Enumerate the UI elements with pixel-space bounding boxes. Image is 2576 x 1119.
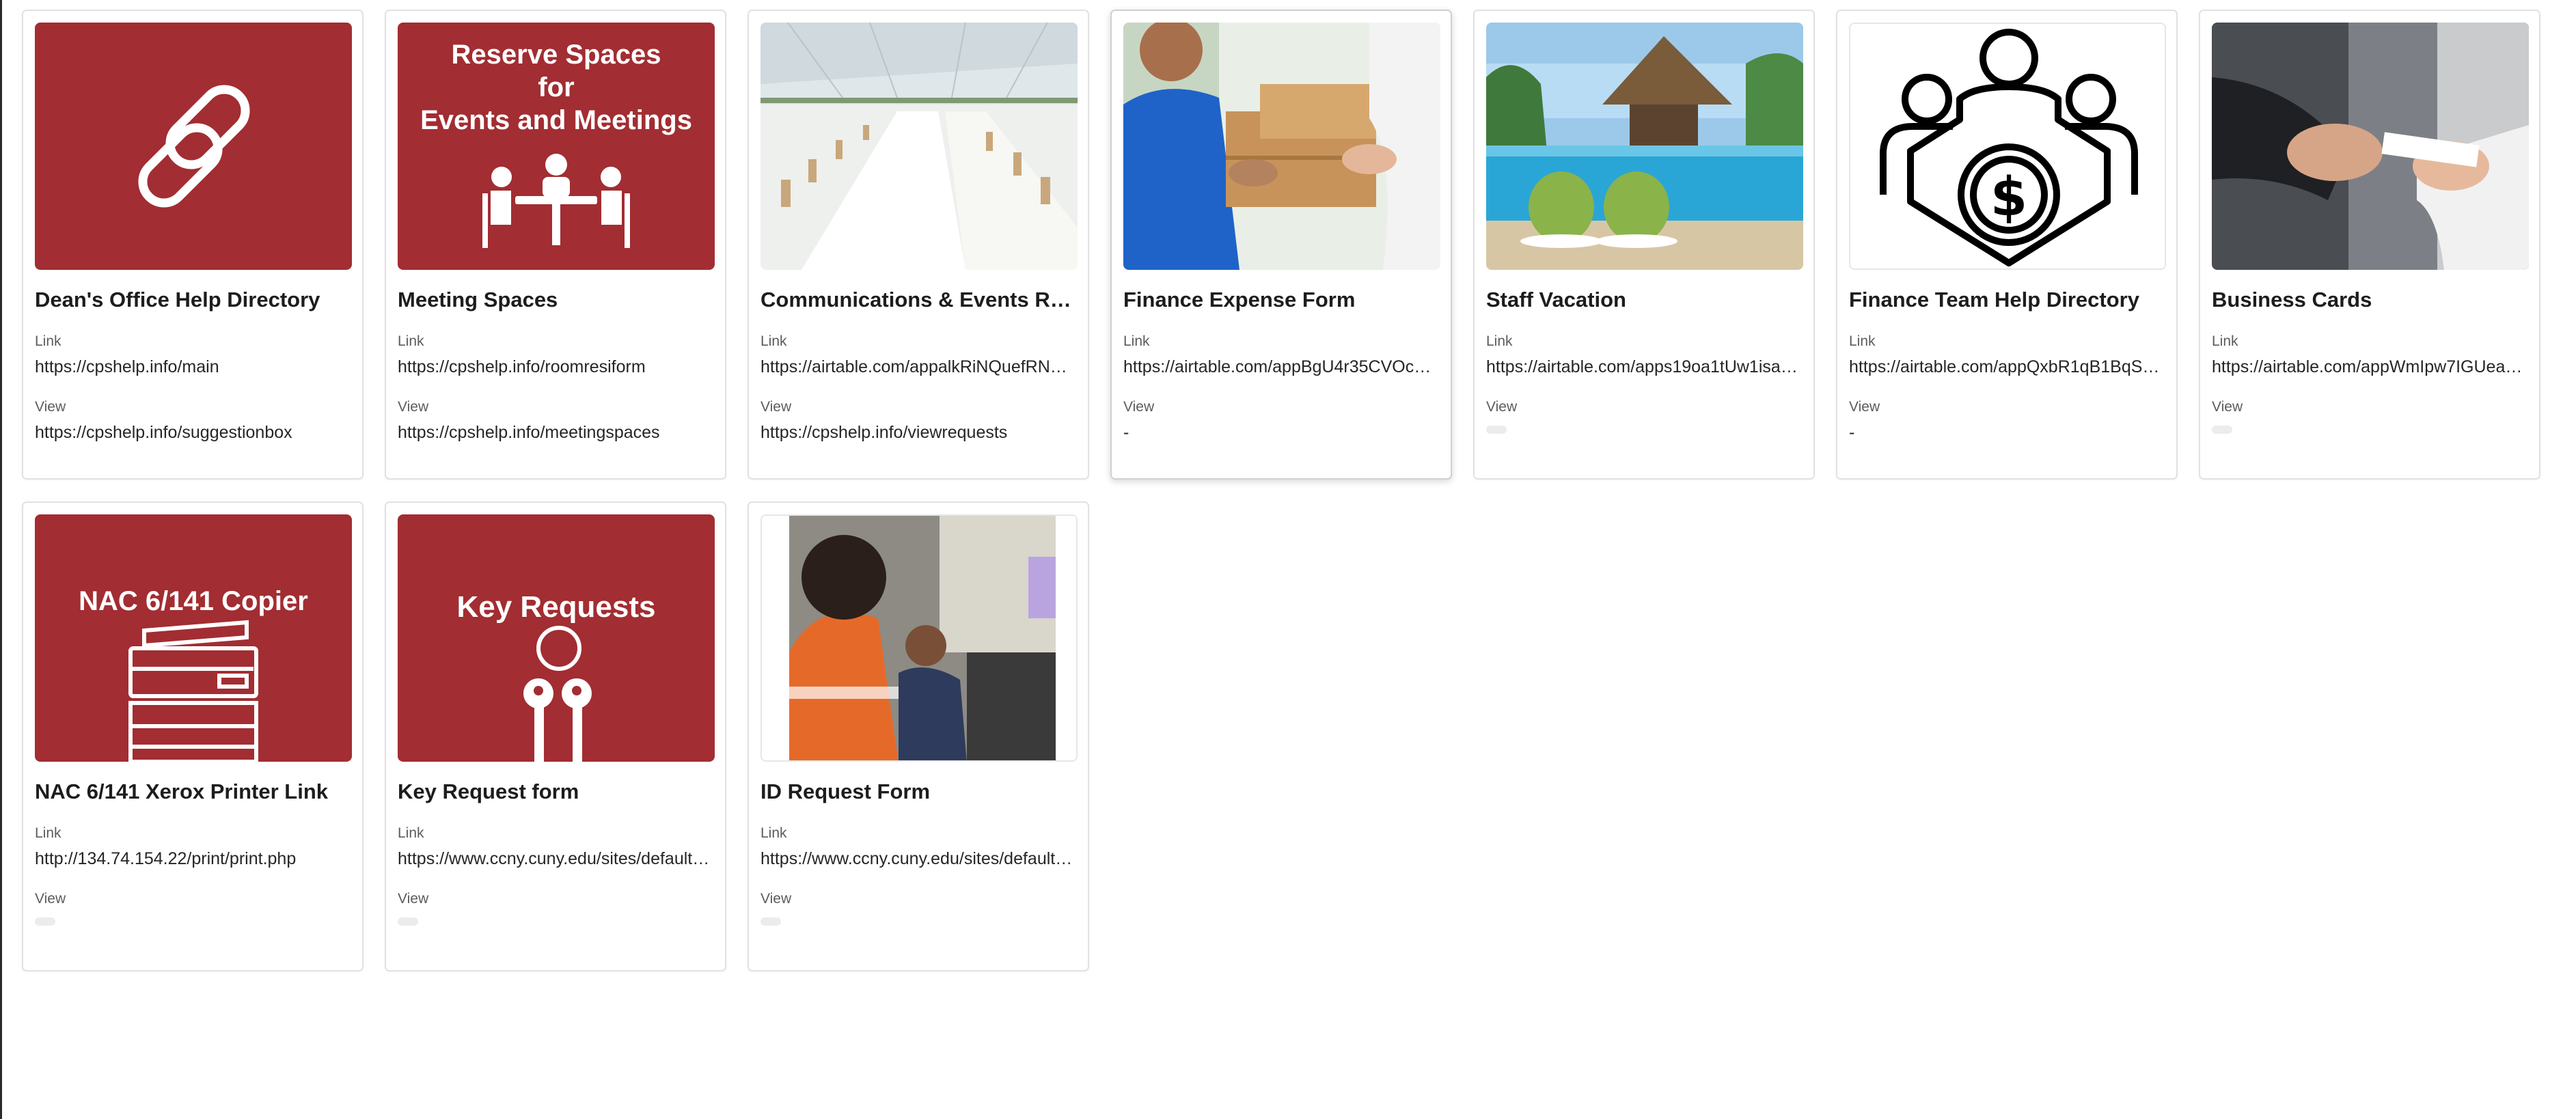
gallery-card[interactable]: Dean's Office Help Directory Link https:… — [22, 10, 364, 480]
view-empty-value — [2212, 426, 2232, 434]
pool-photo — [1486, 23, 1803, 270]
card-thumbnail — [1486, 23, 1803, 270]
people-at-table-icon — [482, 154, 630, 248]
card-title: Meeting Spaces — [398, 288, 558, 312]
card-title: NAC 6/141 Xerox Printer Link — [35, 779, 328, 803]
link-label: Link — [761, 825, 787, 841]
keys-graphic-text: Key Requests — [456, 590, 655, 624]
link-value[interactable]: https://airtable.com/apps19oa1tUw1isabcd… — [1486, 356, 1802, 378]
view-empty-value — [1486, 426, 1507, 434]
gallery-grid: Dean's Office Help Directory Link https:… — [22, 10, 2540, 971]
link-value[interactable]: https://airtable.com/appQxbR1qB1BqSabcde… — [1849, 356, 2165, 378]
link-label: Link — [35, 333, 61, 349]
card-thumbnail: $ — [1849, 23, 2166, 270]
business-card-photo — [2212, 23, 2529, 270]
view-label: View — [2212, 399, 2243, 415]
gallery-card[interactable]: Finance Expense Form Link https://airtab… — [1110, 10, 1452, 480]
gallery-card[interactable]: NAC 6/141 Copier NAC 6/141 Xerox Printer… — [22, 501, 364, 971]
gallery-card[interactable]: ID Request Form Link https://www.ccny.cu… — [748, 501, 1089, 971]
link-label: Link — [398, 333, 424, 349]
key-ring-icon — [536, 626, 581, 671]
card-title: Staff Vacation — [1486, 288, 1626, 312]
card-thumbnail: Key Requests — [398, 514, 715, 762]
link-value[interactable]: http://134.74.154.22/print/print.php — [35, 848, 351, 870]
delivery-photo — [1123, 23, 1440, 270]
gallery-card[interactable]: $ Finance Team Help Directory Link https… — [1836, 10, 2178, 480]
card-title: Communications & Events Request Form — [761, 288, 1076, 312]
view-label: View — [35, 891, 66, 907]
view-empty-value — [35, 917, 55, 926]
card-title: Finance Expense Form — [1123, 288, 1356, 312]
view-label: View — [35, 399, 66, 415]
card-title: Key Request form — [398, 779, 579, 803]
link-value[interactable]: https://www.ccny.cuny.edu/sites/default/… — [398, 848, 713, 870]
view-value[interactable]: https://cpshelp.info/suggestionbox — [35, 422, 351, 443]
gallery-card[interactable]: Business Cards Link https://airtable.com… — [2199, 10, 2540, 480]
keys-icon — [523, 678, 592, 762]
meeting-graphic-line1: Reserve Spaces — [452, 40, 661, 70]
link-value[interactable]: https://airtable.com/appBgU4r35CVOcabcde… — [1123, 356, 1439, 378]
meeting-graphic-line3: Events and Meetings — [420, 105, 692, 135]
finance-team-icon: $ — [1850, 24, 2165, 268]
copier-graphic-text: NAC 6/141 Copier — [79, 586, 308, 616]
link-label: Link — [1849, 333, 1876, 349]
link-icon — [138, 85, 250, 208]
card-thumbnail: Reserve Spaces for Events and Meetings — [398, 23, 715, 270]
view-label: View — [398, 399, 429, 415]
view-label: View — [761, 891, 792, 907]
view-label: View — [761, 399, 792, 415]
view-value[interactable]: - — [1123, 422, 1439, 443]
link-label: Link — [761, 333, 787, 349]
link-label: Link — [398, 825, 424, 841]
view-label: View — [1123, 399, 1155, 415]
view-empty-value — [761, 917, 781, 926]
window-edge — [0, 0, 2, 1119]
card-title: Business Cards — [2212, 288, 2372, 312]
link-label: Link — [2212, 333, 2238, 349]
card-thumbnail — [35, 23, 352, 270]
meeting-graphic: Reserve Spaces for Events and Meetings — [420, 40, 692, 248]
link-value[interactable]: https://cpshelp.info/roomresiform — [398, 356, 713, 378]
keys-graphic: Key Requests — [456, 590, 656, 762]
view-label: View — [398, 891, 429, 907]
card-thumbnail — [2212, 23, 2529, 270]
event-hall-photo — [761, 23, 1078, 270]
link-value[interactable]: https://cpshelp.info/main — [35, 356, 351, 378]
card-title: ID Request Form — [761, 779, 931, 803]
link-value[interactable]: https://airtable.com/appalkRiNQuefRNabcd… — [761, 356, 1076, 378]
card-title: Finance Team Help Directory — [1849, 288, 2139, 312]
view-value[interactable]: - — [1849, 422, 2165, 443]
gallery-card[interactable]: Reserve Spaces for Events and Meetings M… — [385, 10, 726, 480]
copier-icon — [128, 620, 258, 762]
gallery-card[interactable]: Communications & Events Request Form Lin… — [748, 10, 1089, 480]
link-value[interactable]: https://airtable.com/appWmIpw7IGUeabcdef — [2212, 356, 2527, 378]
view-label: View — [1486, 399, 1518, 415]
card-thumbnail — [761, 514, 1078, 762]
card-thumbnail: NAC 6/141 Copier — [35, 514, 352, 762]
security-desk-photo — [762, 516, 1076, 760]
copier-graphic: NAC 6/141 Copier — [79, 586, 308, 762]
view-empty-value — [398, 917, 418, 926]
card-thumbnail — [1123, 23, 1440, 270]
gallery-card[interactable]: Key Requests Key Request form Link https… — [385, 501, 726, 971]
view-value[interactable]: https://cpshelp.info/viewrequests — [761, 422, 1076, 443]
view-label: View — [1849, 399, 1880, 415]
link-label: Link — [1486, 333, 1513, 349]
meeting-graphic-line2: for — [538, 72, 574, 102]
card-thumbnail — [761, 23, 1078, 270]
link-value[interactable]: https://www.ccny.cuny.edu/sites/default/… — [761, 848, 1076, 870]
link-label: Link — [35, 825, 61, 841]
gallery-card[interactable]: Staff Vacation Link https://airtable.com… — [1473, 10, 1815, 480]
card-title: Dean's Office Help Directory — [35, 288, 320, 312]
view-value[interactable]: https://cpshelp.info/meetingspaces — [398, 422, 713, 443]
link-label: Link — [1123, 333, 1150, 349]
svg-text:$: $ — [1990, 167, 2027, 228]
